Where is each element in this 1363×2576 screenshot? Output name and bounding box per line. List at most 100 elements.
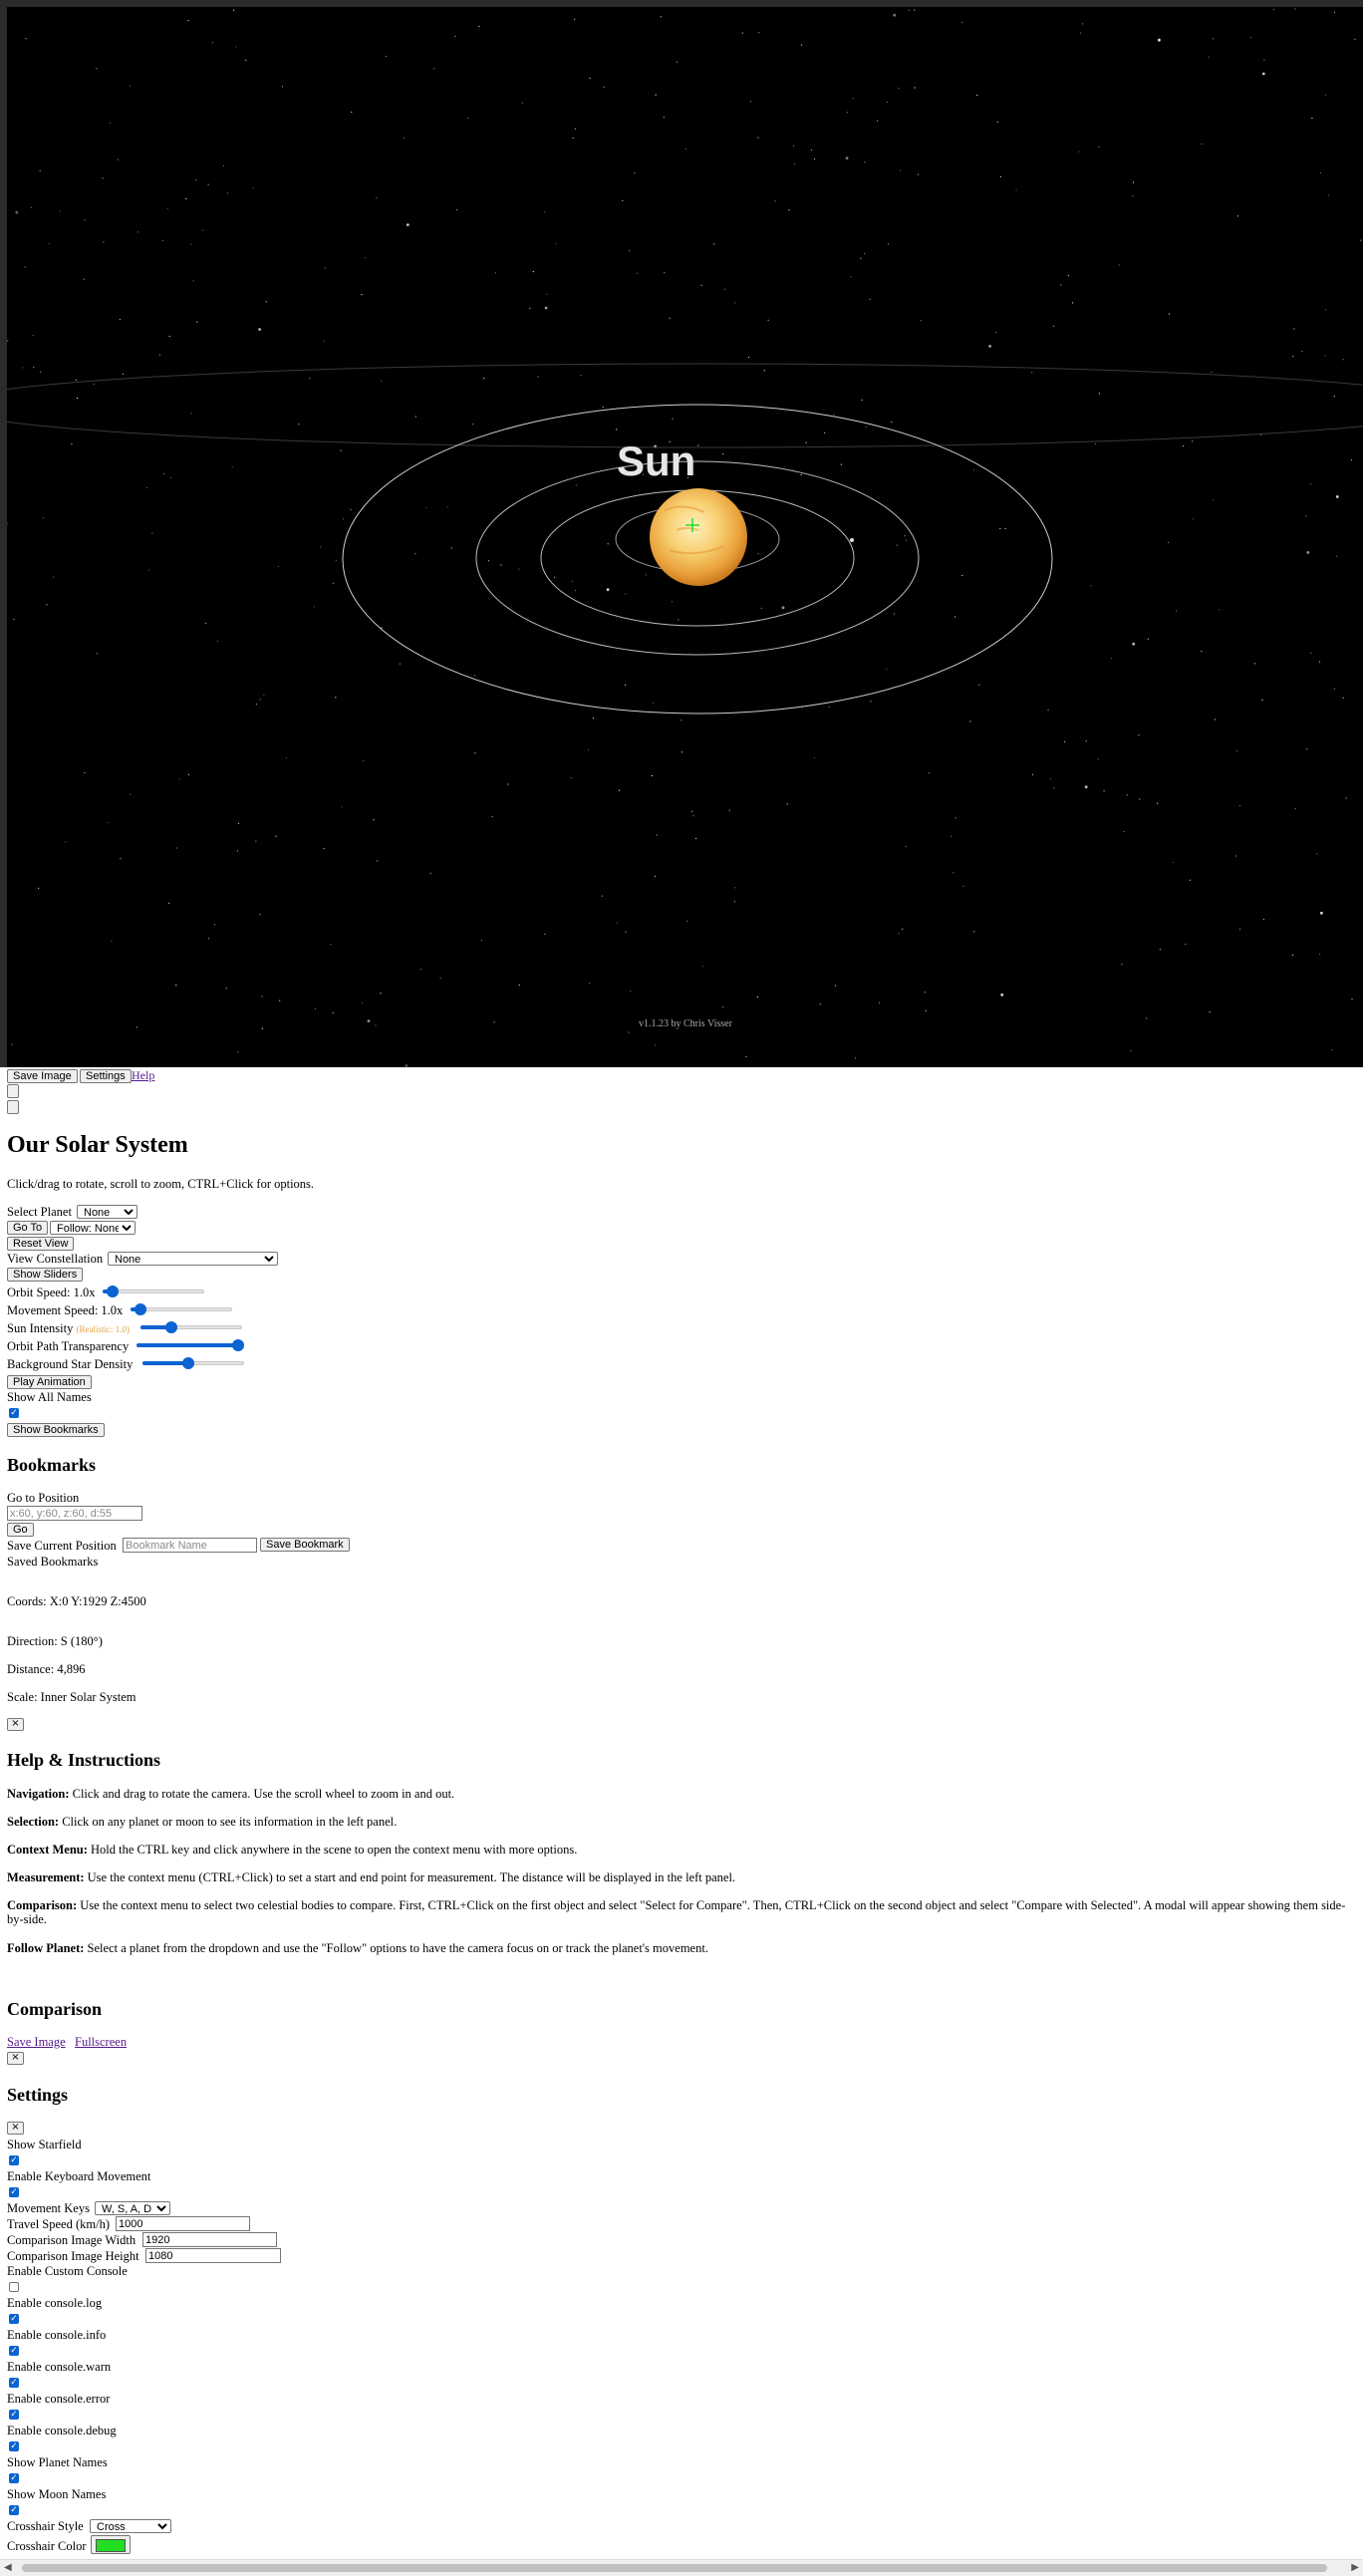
collapse-toggle-2[interactable] xyxy=(7,1100,19,1114)
comparison-fullscreen-link[interactable]: Fullscreen xyxy=(75,2035,127,2050)
star xyxy=(572,138,574,140)
star xyxy=(1090,585,1092,587)
star xyxy=(757,552,759,555)
bookmarks-title: Bookmarks xyxy=(7,1455,97,1475)
star xyxy=(467,117,469,120)
star xyxy=(362,1002,364,1004)
solar-system-canvas[interactable]: Sun v1.1.23 by Chris Visser xyxy=(7,7,1363,1067)
settings-button[interactable]: Settings xyxy=(80,1069,132,1083)
save-image-button[interactable]: Save Image xyxy=(7,1069,78,1083)
star xyxy=(1293,328,1295,330)
console-info-checkbox[interactable] xyxy=(9,2346,19,2356)
go-position-button[interactable]: Go xyxy=(7,1523,34,1537)
star xyxy=(110,123,112,125)
star xyxy=(232,9,235,11)
star xyxy=(961,574,963,577)
planet-dot[interactable] xyxy=(850,538,854,542)
movement-speed-slider[interactable] xyxy=(131,1303,232,1315)
star xyxy=(162,472,164,474)
comparison-height-input[interactable] xyxy=(145,2248,281,2263)
console-log-checkbox[interactable] xyxy=(9,2314,19,2324)
star xyxy=(245,59,247,61)
star xyxy=(906,539,908,541)
star xyxy=(656,834,658,836)
direction-readout: Direction: S (180°) xyxy=(7,1634,103,1648)
view-constellation-dropdown[interactable]: None xyxy=(108,1252,278,1266)
follow-dropdown[interactable]: Follow: None xyxy=(50,1221,136,1235)
help-close-button[interactable]: × xyxy=(7,1718,24,1731)
collapse-toggle-1[interactable] xyxy=(7,1084,19,1098)
star xyxy=(999,528,1001,530)
save-bookmark-button[interactable]: Save Bookmark xyxy=(260,1538,350,1552)
show-moon-names-checkbox[interactable] xyxy=(9,2505,19,2515)
star xyxy=(187,20,189,22)
star xyxy=(309,378,311,380)
show-all-names-checkbox[interactable] xyxy=(9,1408,19,1418)
star xyxy=(190,243,192,245)
star xyxy=(814,157,816,160)
star xyxy=(1292,954,1294,957)
sun-intensity-slider[interactable] xyxy=(140,1321,242,1333)
crosshair-style-dropdown[interactable]: Cross xyxy=(90,2519,171,2533)
star xyxy=(261,1027,263,1029)
position-input[interactable] xyxy=(7,1506,142,1521)
star-density-slider[interactable] xyxy=(142,1357,244,1369)
star xyxy=(1324,355,1326,357)
star xyxy=(381,380,383,382)
horizontal-scrollbar[interactable]: ◀ ▶ xyxy=(0,2559,1363,2576)
travel-speed-input[interactable] xyxy=(116,2216,250,2231)
star xyxy=(1211,371,1213,374)
sun-body[interactable] xyxy=(650,488,747,586)
show-planet-names-checkbox[interactable] xyxy=(9,2473,19,2483)
crosshair-color-swatch xyxy=(96,2539,126,2552)
comparison-close-button[interactable]: × xyxy=(7,2052,24,2065)
comparison-save-image-link[interactable]: Save Image xyxy=(7,2035,66,2050)
star xyxy=(1049,777,1052,780)
star xyxy=(320,546,322,548)
movement-keys-dropdown[interactable]: W, S, A, D xyxy=(95,2201,170,2215)
help-item-comparison: Comparison: Use the context menu to sele… xyxy=(7,1898,1346,1926)
star xyxy=(546,293,548,295)
console-error-checkbox[interactable] xyxy=(9,2410,19,2420)
show-sliders-button[interactable]: Show Sliders xyxy=(7,1268,84,1282)
scroll-left-icon[interactable]: ◀ xyxy=(4,2562,12,2573)
star xyxy=(166,207,168,209)
reset-view-button[interactable]: Reset View xyxy=(7,1237,75,1251)
console-warn-checkbox[interactable] xyxy=(9,2378,19,2388)
star xyxy=(474,675,476,677)
custom-console-checkbox[interactable] xyxy=(9,2282,19,2292)
select-planet-dropdown[interactable]: None xyxy=(77,1205,137,1219)
star xyxy=(630,991,632,993)
bookmark-name-input[interactable] xyxy=(123,1538,257,1553)
play-animation-button[interactable]: Play Animation xyxy=(7,1375,92,1389)
star xyxy=(1331,1049,1333,1051)
star xyxy=(1138,734,1140,736)
star xyxy=(103,241,105,243)
star xyxy=(161,239,163,241)
star xyxy=(537,376,539,378)
star xyxy=(722,452,724,455)
show-bookmarks-button[interactable]: Show Bookmarks xyxy=(7,1423,105,1437)
star xyxy=(420,969,422,971)
orbit-speed-slider[interactable] xyxy=(103,1286,204,1297)
scroll-right-icon[interactable]: ▶ xyxy=(1351,2562,1359,2573)
settings-close-button[interactable]: × xyxy=(7,2122,24,2135)
comparison-width-input[interactable] xyxy=(142,2232,277,2247)
custom-console-label: Enable Custom Console xyxy=(7,2264,128,2278)
crosshair-color-picker[interactable] xyxy=(91,2535,131,2554)
show-starfield-checkbox[interactable] xyxy=(9,2155,19,2165)
star xyxy=(864,161,866,163)
star xyxy=(340,449,342,451)
console-debug-checkbox[interactable] xyxy=(9,2441,19,2451)
star xyxy=(158,354,160,356)
star xyxy=(637,272,639,274)
star xyxy=(363,759,365,762)
star xyxy=(1110,658,1113,660)
orbit-path-slider[interactable] xyxy=(136,1339,244,1351)
help-link[interactable]: Help xyxy=(132,1068,154,1083)
star xyxy=(1294,8,1296,10)
go-to-button[interactable]: Go To xyxy=(7,1221,49,1235)
scrollbar-thumb[interactable] xyxy=(22,2564,1327,2572)
star xyxy=(618,789,621,791)
enable-keyboard-checkbox[interactable] xyxy=(9,2187,19,2197)
